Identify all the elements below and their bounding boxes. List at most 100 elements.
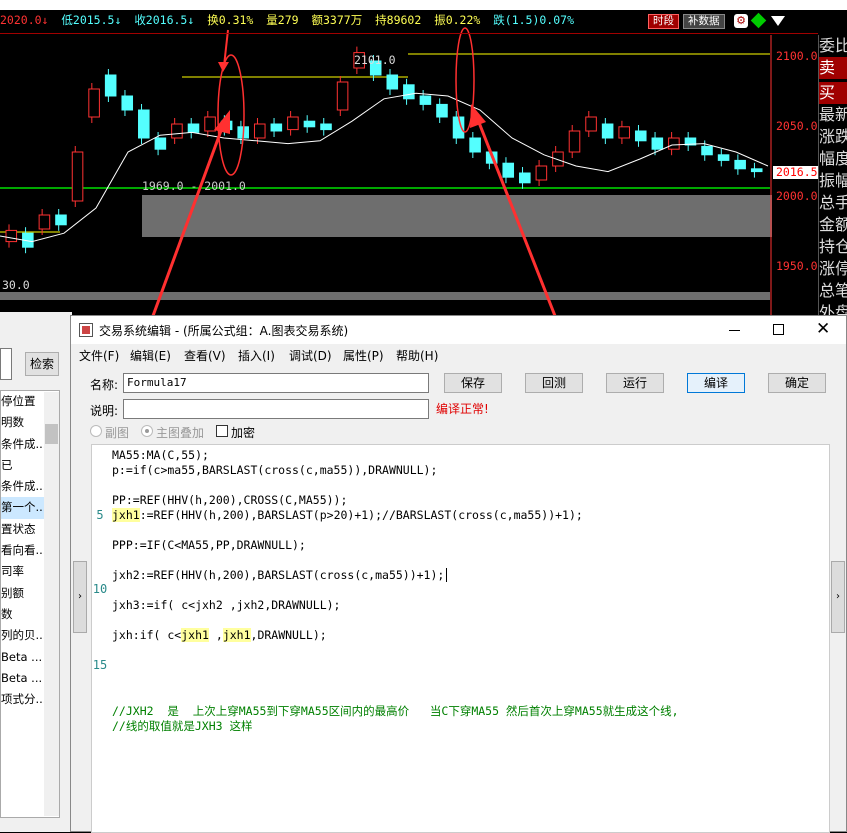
minimize-icon[interactable] [729, 330, 740, 331]
line-number-5: 5 [96, 508, 104, 522]
candle-body [717, 154, 730, 161]
menu-view[interactable]: 查看(V) [184, 347, 226, 364]
side-panel-item: 金额 [819, 215, 847, 234]
arrow-head-1 [214, 110, 230, 134]
name-input[interactable]: Formula17 [123, 373, 429, 393]
confirm-button[interactable]: 确定 [768, 373, 826, 393]
run-button[interactable]: 运行 [606, 373, 664, 393]
candle-body [601, 123, 614, 139]
kline-chart[interactable]: 2101.0 1969.0 - 2001.0 30.0 2100.0 2050.… [0, 0, 847, 320]
code-line-4: PP:=REF(HHV(h,200),CROSS(C,MA55)); [112, 493, 348, 507]
main-overlay-radio[interactable] [141, 425, 153, 437]
menu-debug[interactable]: 调试(D) [289, 347, 332, 364]
code-line-2: p:=if(c>ma55,BARSLAST(cross(c,ma55)),DRA… [112, 463, 438, 477]
maximize-icon[interactable] [773, 324, 784, 335]
code-line-5: jxh1:=REF(HHV(h,200),BARSLAST(p>20)+1);/… [112, 508, 583, 522]
candle-body [320, 123, 332, 131]
candle-body [668, 137, 680, 150]
price-label-2100: 2100.0 [776, 49, 818, 63]
candle-body [634, 130, 647, 142]
encrypt-checkbox[interactable] [216, 425, 228, 437]
range-annotation: 1969.0 - 2001.0 [142, 179, 246, 193]
candle-body [88, 88, 100, 118]
side-panel-item: 总笔 [819, 281, 847, 300]
sub-chart-radio[interactable] [90, 425, 102, 437]
amplitude-value: 振0.22% [434, 13, 481, 27]
formula-list-panel: 检索 停位置 明数 条件成... 已条件成... 第一个... 置状态 看向看... 司率 别额… [0, 312, 72, 832]
amount-value: 额3377万 [311, 13, 363, 27]
candle-body [436, 103, 448, 118]
menu-insert[interactable]: 插入(I) [238, 347, 275, 364]
candle-body [154, 137, 167, 150]
candle-body [552, 151, 564, 167]
compile-button[interactable]: 编译 [687, 373, 745, 393]
low-value: 低2015.5↓ [61, 13, 122, 27]
code-editor[interactable]: 5 10 15 MA55:MA(C,55); p:=if(c>ma55,BARS… [91, 444, 830, 833]
menu-properties[interactable]: 属性(P) [343, 347, 384, 364]
list-scrollbar[interactable] [44, 392, 59, 816]
candle-body [38, 214, 51, 230]
main-overlay-label: 主图叠加 [156, 426, 205, 440]
save-button[interactable]: 保存 [444, 373, 502, 393]
candle-body [336, 81, 349, 111]
high-annotation: 2101.0 [354, 53, 396, 67]
side-panel-item: 最新 [819, 105, 847, 124]
desc-label: 说明: [90, 404, 119, 418]
side-panel-item: 振幅 [819, 171, 847, 190]
turnover-value: 换0.31% [207, 13, 254, 27]
candlestick-canvas[interactable] [0, 0, 847, 320]
line-number-10: 10 [92, 582, 108, 596]
candle-body [55, 214, 67, 226]
search-button[interactable]: 检索 [25, 352, 59, 376]
candle-body [502, 162, 515, 178]
desc-input[interactable] [123, 399, 429, 419]
volume-divider-band [0, 292, 770, 300]
timeshare-button[interactable]: 时段 [648, 14, 679, 29]
collapse-right-button[interactable]: › [831, 561, 845, 633]
open-interest-value: 持89602 [375, 13, 422, 27]
candle-body [138, 109, 150, 139]
down-triangle-icon[interactable] [771, 16, 785, 26]
encrypt-label: 加密 [231, 426, 256, 440]
list-scroll-thumb[interactable] [45, 424, 58, 444]
candle-body [585, 116, 597, 132]
name-label: 名称: [90, 378, 119, 392]
code-line-13: jxh:if( c<jxh1 ,jxh1,DRAWNULL); [112, 628, 327, 642]
menu-help[interactable]: 帮助(H) [396, 347, 438, 364]
code-line-11: jxh3:=if( c<jxh2 ,jxh2,DRAWNULL); [112, 598, 341, 612]
candle-body [403, 84, 415, 100]
code-line-9: jxh2:=REF(HHV(h,200),BARSLAST(cross(c,ma… [112, 568, 448, 582]
quote-side-panel: 委比卖买最新 涨跌 幅度 振幅 总手 金额 持仓 涨停 总笔 外盘 [818, 35, 847, 320]
candle-body [618, 126, 630, 139]
backtest-button[interactable]: 回测 [525, 373, 583, 393]
candle-body [750, 168, 763, 173]
candle-body [204, 116, 216, 132]
candle-body [187, 123, 200, 133]
side-panel-item: 持仓 [819, 237, 847, 256]
top-white-strip [0, 0, 847, 10]
dialog-titlebar[interactable]: 交易系统编辑 - (所属公式组：A.图表交易系统) ✕ [71, 316, 846, 344]
price-label-2050: 2050.0 [776, 119, 818, 133]
side-panel-item: 买 [819, 82, 847, 104]
collapse-left-button[interactable]: › [73, 561, 87, 633]
price-label-1950: 1950.0 [776, 259, 818, 273]
candle-body [568, 130, 581, 153]
change-value: 跌(1.5)0.07% [493, 13, 575, 27]
side-panel-item: 委比 [819, 36, 847, 55]
candle-body [303, 120, 316, 128]
settings-icon[interactable]: ⚙ [734, 14, 748, 28]
candle-body [419, 95, 432, 105]
side-panel-item: 总手 [819, 193, 847, 212]
menu-file[interactable]: 文件(F) [79, 347, 119, 364]
close-icon[interactable]: ✕ [816, 319, 830, 339]
compile-status: 编译正常! [436, 402, 489, 416]
side-panel-item: 卖 [819, 57, 847, 79]
fill-data-button[interactable]: 补数据 [683, 14, 725, 29]
candle-body [287, 116, 299, 131]
search-input[interactable] [0, 348, 12, 380]
menu-edit[interactable]: 编辑(E) [130, 347, 171, 364]
current-price-label: 2016.5 [776, 165, 818, 179]
app-icon [79, 323, 93, 337]
candle-body [734, 159, 746, 170]
side-panel-item: 涨停 [819, 259, 847, 278]
